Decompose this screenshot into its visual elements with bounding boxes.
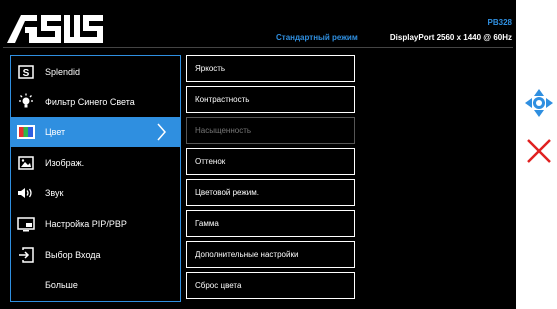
model-name: PB328 <box>487 18 512 27</box>
asus-logo <box>7 15 103 43</box>
sub-menu: Яркость Контрастность Насыщенность Оттен… <box>186 55 355 302</box>
sub-item-contrast[interactable]: Контрастность <box>186 86 355 113</box>
input-info: DisplayPort 2560 x 1440 @ 60Hz <box>389 33 512 42</box>
sub-item-color-reset[interactable]: Сброс цвета <box>186 272 355 299</box>
header-divider <box>3 47 513 48</box>
sub-item-advanced-settings[interactable]: Дополнительные настройки <box>186 241 355 268</box>
sub-item-brightness[interactable]: Яркость <box>186 55 355 82</box>
menu-item-label: Настройка PIP/PBP <box>45 219 127 229</box>
main-menu: S Splendid Фильтр Синего Света Цвет Изоб… <box>10 55 181 302</box>
menu-item-image[interactable]: Изображ. <box>11 148 180 178</box>
current-mode: Стандартный режим <box>276 33 358 42</box>
menu-item-input-select[interactable]: Выбор Входа <box>11 240 180 270</box>
color-icon <box>17 123 35 141</box>
menu-item-pip-pbp[interactable]: Настройка PIP/PBP <box>11 209 180 239</box>
close-icon[interactable] <box>524 136 554 166</box>
svg-text:S: S <box>23 68 30 79</box>
chevron-right-icon <box>156 123 170 141</box>
menu-item-label: Звук <box>45 188 64 198</box>
pip-icon <box>17 215 35 233</box>
menu-item-blue-light-filter[interactable]: Фильтр Синего Света <box>11 87 180 117</box>
five-way-nav-icon[interactable] <box>524 88 554 118</box>
input-select-icon <box>17 246 35 264</box>
menu-item-label: Splendid <box>45 67 81 77</box>
menu-item-splendid[interactable]: S Splendid <box>11 57 180 87</box>
menu-item-label: Цвет <box>45 127 66 137</box>
speaker-icon <box>17 184 35 202</box>
menu-item-sound[interactable]: Звук <box>11 178 180 208</box>
sub-item-gamma[interactable]: Гамма <box>186 210 355 237</box>
sub-item-color-mode[interactable]: Цветовой режим. <box>186 179 355 206</box>
sub-item-saturation: Насыщенность <box>186 117 355 144</box>
menu-item-label: Фильтр Синего Света <box>45 97 135 107</box>
sub-item-hue[interactable]: Оттенок <box>186 148 355 175</box>
splendid-icon: S <box>17 63 35 81</box>
menu-item-label: Изображ. <box>45 158 85 168</box>
image-icon <box>17 154 35 172</box>
menu-item-more[interactable]: Больше <box>11 270 180 300</box>
menu-item-label: Выбор Входа <box>45 250 101 260</box>
menu-item-color[interactable]: Цвет <box>11 117 180 147</box>
osd-window: PB328 Стандартный режим DisplayPort 2560… <box>0 0 516 309</box>
bluelight-icon <box>17 93 35 111</box>
menu-item-label: Больше <box>45 280 78 290</box>
